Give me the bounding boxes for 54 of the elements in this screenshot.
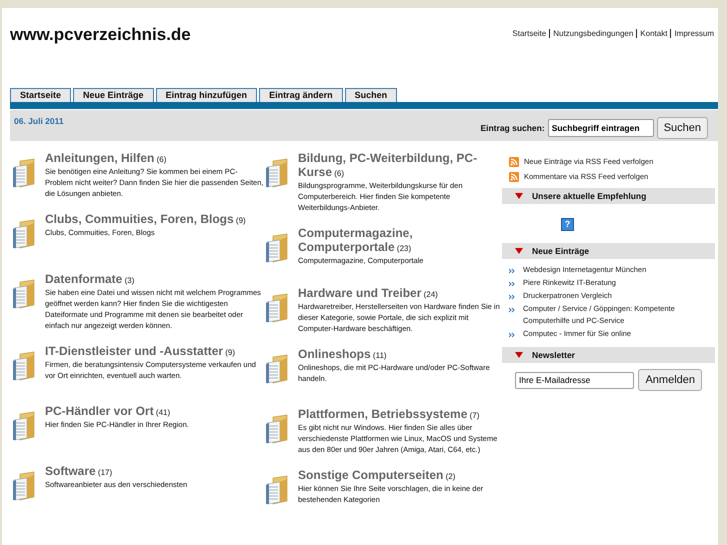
nav-tab[interactable]: Startseite xyxy=(10,88,72,102)
rss-icon xyxy=(509,156,519,166)
nav-tab[interactable]: Neue Einträge xyxy=(73,88,154,102)
subscribe-button[interactable]: Anmelden xyxy=(638,369,702,391)
double-chevron-icon xyxy=(509,332,515,338)
date-text: 06. Juli 2011 xyxy=(14,115,64,128)
category-heading[interactable]: IT-Dienstleister und -Ausstatter (9) xyxy=(45,345,265,359)
double-chevron-icon xyxy=(509,294,515,300)
folder-document-icon xyxy=(12,351,36,381)
category-heading[interactable]: Hardware und Treiber (24) xyxy=(298,287,502,301)
section-title: Unsere aktuelle Empfehlung xyxy=(532,191,646,201)
email-field[interactable]: Ihre E-Mailadresse xyxy=(515,372,634,388)
top-link[interactable]: Impressum xyxy=(670,29,714,38)
site-title[interactable]: www.pcverzeichnis.de xyxy=(10,25,191,45)
help-icon: ? xyxy=(561,218,574,231)
folder-document-icon xyxy=(12,411,36,441)
nav-tab[interactable]: Eintrag hinzufügen xyxy=(156,88,258,102)
top-link[interactable]: Startseite xyxy=(512,29,546,38)
folder-document-icon xyxy=(265,475,289,505)
category-heading[interactable]: Anleitungen, Hilfen (6) xyxy=(45,152,265,166)
triangle-icon xyxy=(515,248,523,254)
folder-document-icon xyxy=(12,219,36,249)
nav-tab[interactable]: Eintrag ändern xyxy=(259,88,343,102)
double-chevron-icon xyxy=(509,281,515,287)
search-button[interactable]: Suchen xyxy=(656,116,708,138)
category-heading[interactable]: PC-Händler vor Ort (41) xyxy=(45,405,265,419)
search-field[interactable]: Suchbegriff eintragen xyxy=(548,118,654,136)
section-title: Neue Einträge xyxy=(532,246,590,256)
triangle-icon xyxy=(515,352,523,358)
category-heading[interactable]: Computermagazine, Computerportale (23) xyxy=(298,227,502,255)
top-link[interactable]: Kontakt xyxy=(636,29,668,38)
triangle-icon xyxy=(515,193,523,199)
folder-document-icon xyxy=(265,354,289,384)
category-heading[interactable]: Sonstige Computerseiten (2) xyxy=(298,469,502,483)
category-heading[interactable]: Onlineshops (11) xyxy=(298,348,502,362)
category-heading[interactable]: Software (17) xyxy=(45,465,265,479)
folder-document-icon xyxy=(265,293,289,323)
category-heading[interactable]: Bildung, PC-Weiterbildung, PC-Kurse (6) xyxy=(298,152,502,180)
rss-icon xyxy=(509,172,519,182)
top-link[interactable]: Nutzungsbedingungen xyxy=(549,29,634,38)
folder-document-icon xyxy=(12,158,36,188)
folder-document-icon xyxy=(265,233,289,263)
double-chevron-icon xyxy=(509,307,515,313)
nav-tab[interactable]: Suchen xyxy=(344,88,398,102)
category-heading[interactable]: Datenformate (3) xyxy=(45,273,265,287)
category-heading[interactable]: Plattformen, Betriebssysteme (7) xyxy=(298,408,502,422)
folder-document-icon xyxy=(265,158,289,188)
category-heading[interactable]: Clubs, Commuities, Foren, Blogs (9) xyxy=(45,213,265,227)
search-label: Eintrag suchen: xyxy=(480,122,545,132)
folder-document-icon xyxy=(12,279,36,309)
double-chevron-icon xyxy=(509,268,515,274)
folder-document-icon xyxy=(12,471,36,501)
folder-document-icon xyxy=(265,414,289,444)
section-title: Newsletter xyxy=(532,350,575,360)
